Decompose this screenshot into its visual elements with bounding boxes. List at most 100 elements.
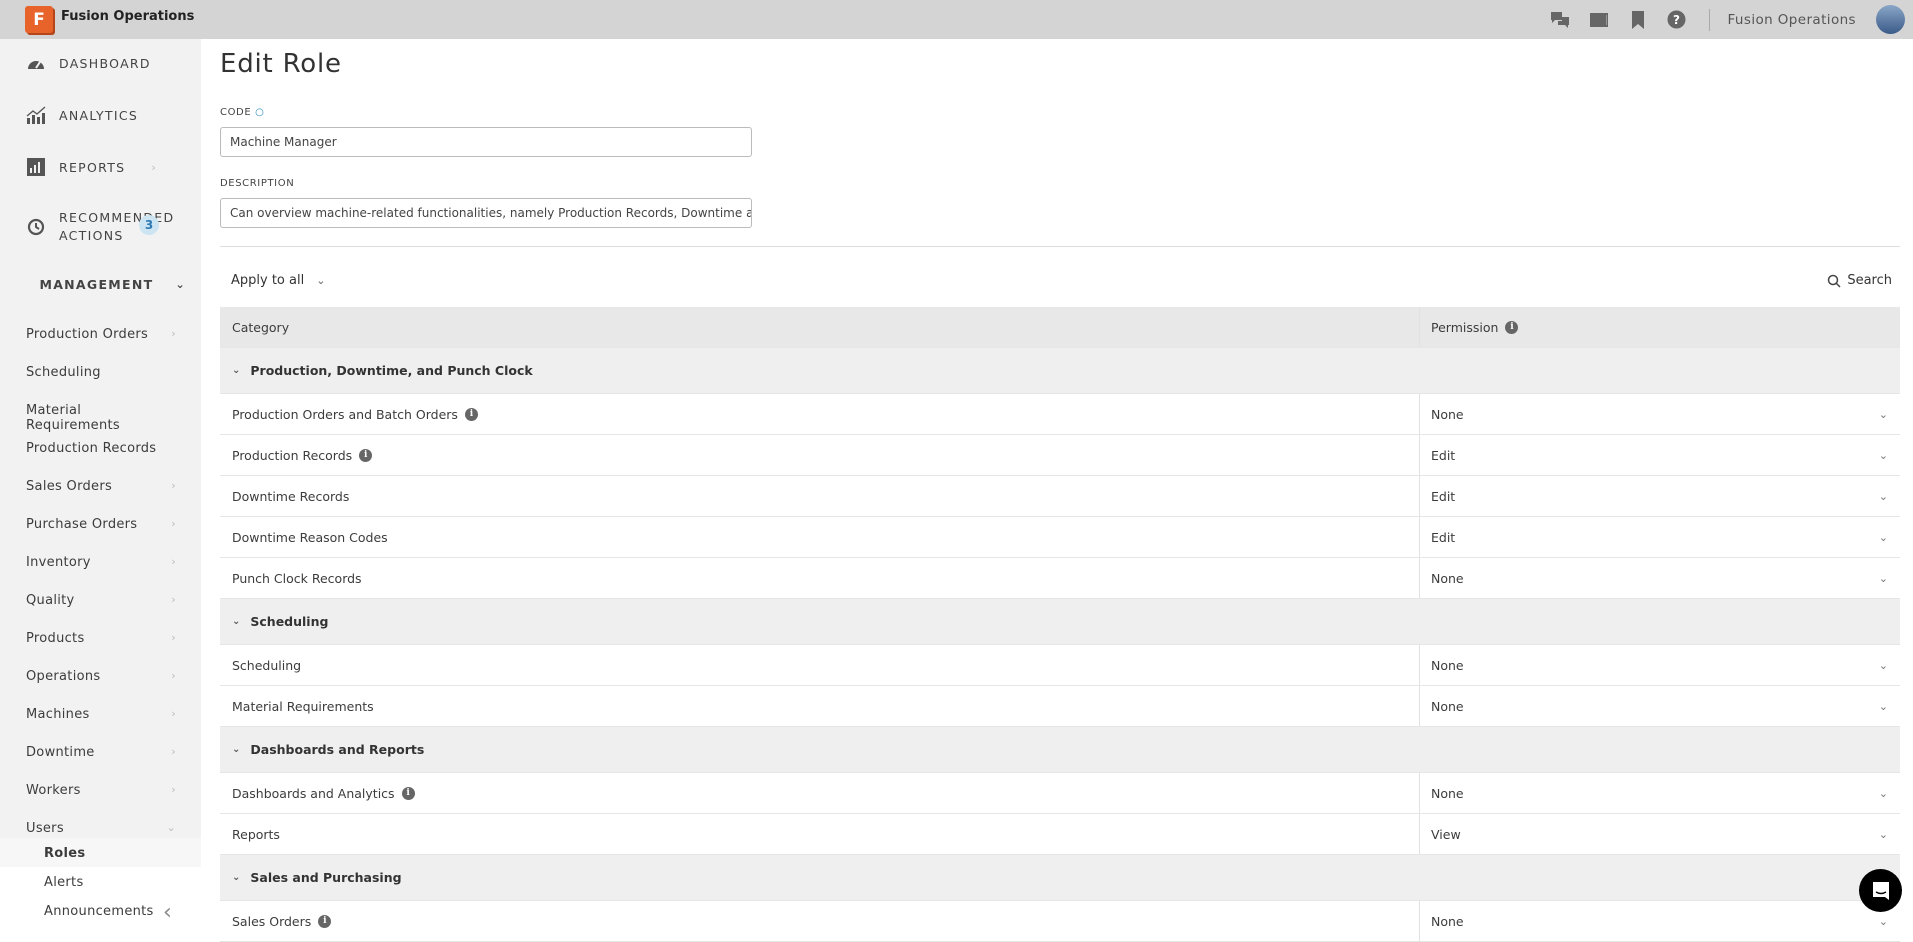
bookmark-icon[interactable] — [1628, 10, 1648, 30]
info-icon[interactable]: i — [318, 915, 331, 928]
chevron-down-icon[interactable]: ⌄ — [232, 616, 240, 627]
chat-icon — [1872, 881, 1890, 901]
table-row: Downtime RecordsEdit⌄ — [220, 476, 1900, 517]
category-group[interactable]: ⌄ Scheduling — [220, 599, 1900, 645]
permission-select[interactable]: Edit⌄ — [1420, 476, 1900, 516]
app-logo[interactable]: F — [25, 6, 53, 33]
chevron-right-icon: › — [171, 745, 176, 760]
table-row: Scheduling None⌄ — [220, 645, 1900, 686]
permission-select[interactable]: Edit⌄ — [1420, 517, 1900, 557]
sidebar-label: Production Records — [26, 441, 156, 456]
category-name: Scheduling — [232, 658, 301, 673]
category-group[interactable]: ⌄ Dashboards and Reports — [220, 727, 1900, 773]
sidebar-subitem[interactable]: Purchase Orders› — [26, 517, 176, 532]
sidebar-subitem[interactable]: Scheduling — [26, 365, 176, 380]
table-row: Punch Clock RecordsNone⌄ — [220, 558, 1900, 599]
permission-value: View — [1431, 827, 1461, 842]
search-button[interactable]: Search — [1827, 273, 1892, 288]
sidebar-label: Announcements — [44, 904, 154, 919]
category-group[interactable]: ⌄ Sales and Purchasing — [220, 855, 1900, 901]
permission-select[interactable]: None⌄ — [1420, 686, 1900, 726]
help-icon[interactable]: ? — [1667, 10, 1687, 30]
main-content: Edit Role CODE ○ Machine Manager DESCRIP… — [201, 39, 1913, 923]
group-name: Sales and Purchasing — [250, 870, 401, 885]
chat-launcher-button[interactable] — [1859, 869, 1902, 912]
app-name[interactable]: Fusion Operations — [61, 9, 194, 24]
chevron-down-icon[interactable]: ⌄ — [232, 365, 240, 376]
sidebar-label: Workers — [26, 783, 81, 798]
sidebar-subitem[interactable]: Machines› — [26, 707, 176, 722]
info-icon[interactable]: i — [465, 408, 478, 421]
sidebar-label: Sales Orders — [26, 479, 112, 494]
permission-select[interactable]: View ⌄ — [1420, 814, 1900, 854]
sidebar-label: Roles — [44, 846, 85, 861]
sidebar-item-analytics[interactable]: ANALYTICS — [26, 105, 186, 125]
sidebar-subitem[interactable]: Quality› — [26, 593, 176, 608]
sidebar-item-recommended-actions[interactable]: RECOMMENDEDACTIONS — [26, 209, 186, 245]
info-icon[interactable]: i — [402, 787, 415, 800]
sidebar: DASHBOARD ANALYTICS REPORTS› RECOMMENDED… — [0, 39, 201, 923]
recommended-actions-badge: 3 — [139, 215, 159, 235]
sidebar-label: Machines — [26, 707, 90, 722]
analytics-icon — [26, 105, 46, 125]
chevron-down-icon: ⌄ — [1879, 787, 1888, 800]
sidebar-item-management[interactable]: MANAGEMENT⌄ — [26, 274, 186, 294]
chevron-right-icon: › — [171, 783, 176, 798]
category-name: Production Orders and Batch Orders — [232, 407, 458, 422]
search-icon — [1827, 274, 1841, 288]
permission-select[interactable]: Edit⌄ — [1420, 435, 1900, 475]
sidebar-label: Users — [26, 821, 64, 836]
sidebar-label: ANALYTICS — [59, 108, 138, 123]
chevron-down-icon: ⌄ — [1879, 490, 1888, 503]
sidebar-subitem[interactable]: Inventory› — [26, 555, 176, 570]
code-label: CODE ○ — [220, 107, 264, 118]
chevron-down-icon[interactable]: ⌄ — [232, 872, 240, 883]
chevron-down-icon: ⌄ — [1879, 659, 1888, 672]
table-row: Material RequirementsNone⌄ — [220, 686, 1900, 727]
sidebar-item-dashboard[interactable]: DASHBOARD — [26, 53, 186, 73]
sidebar-subitem[interactable]: Users⌄ — [26, 821, 176, 836]
chevron-down-icon: ⌄ — [316, 274, 325, 287]
sidebar-subitem-roles[interactable]: Roles — [0, 838, 201, 868]
sidebar-subitem[interactable]: Material Requirements — [26, 403, 176, 433]
permission-select[interactable]: None⌄ — [1420, 901, 1900, 941]
sidebar-subitem[interactable]: Production Orders› — [26, 327, 176, 342]
sidebar-subitem[interactable]: Products› — [26, 631, 176, 646]
sidebar-subitem[interactable]: Workers › — [26, 783, 176, 798]
category-name: Dashboards and Analytics — [232, 786, 395, 801]
group-name: Dashboards and Reports — [250, 742, 424, 757]
chevron-down-icon: ⌄ — [1879, 572, 1888, 585]
tablet-icon[interactable] — [1589, 10, 1609, 30]
org-name[interactable]: Fusion Operations — [1728, 12, 1857, 28]
chat-icon[interactable] — [1550, 10, 1570, 30]
chevron-down-icon: ⌄ — [1879, 408, 1888, 421]
history-icon — [26, 217, 46, 237]
chevron-down-icon[interactable]: ⌄ — [232, 744, 240, 755]
info-icon[interactable]: i — [359, 449, 372, 462]
description-input[interactable]: Can overview machine-related functionali… — [220, 198, 752, 228]
permissions-table: Category Permissioni ⌄Production, Downti… — [220, 307, 1900, 942]
chevron-down-icon: ⌄ — [1879, 828, 1888, 841]
reports-icon — [26, 157, 46, 177]
sidebar-item-reports[interactable]: REPORTS› — [26, 157, 186, 177]
permission-select[interactable]: None⌄ — [1420, 645, 1900, 685]
sidebar-subitem[interactable]: Sales Orders› — [26, 479, 176, 494]
category-group[interactable]: ⌄Production, Downtime, and Punch Clock — [220, 348, 1900, 394]
sidebar-subitem[interactable]: Operations› — [26, 669, 176, 684]
code-input[interactable]: Machine Manager — [220, 127, 752, 157]
info-icon[interactable]: i — [1505, 321, 1518, 334]
collapse-sidebar-icon[interactable]: ‹ — [163, 900, 172, 925]
sidebar-subitem-alerts[interactable]: Alerts — [0, 867, 201, 897]
permission-select[interactable]: None⌄ — [1420, 394, 1900, 434]
chevron-right-icon: › — [171, 517, 176, 532]
apply-to-all-dropdown[interactable]: Apply to all⌄ — [231, 273, 325, 288]
permission-value: Edit — [1431, 530, 1455, 545]
sidebar-subitem[interactable]: Production Records — [26, 441, 176, 456]
permission-select[interactable]: None⌄ — [1420, 773, 1900, 813]
avatar[interactable] — [1876, 5, 1905, 34]
permission-value: Edit — [1431, 448, 1455, 463]
sidebar-subitem[interactable]: Downtime› — [26, 745, 176, 760]
group-name: Scheduling — [250, 614, 328, 629]
category-name: Sales Orders — [232, 914, 311, 929]
permission-select[interactable]: None⌄ — [1420, 558, 1900, 598]
